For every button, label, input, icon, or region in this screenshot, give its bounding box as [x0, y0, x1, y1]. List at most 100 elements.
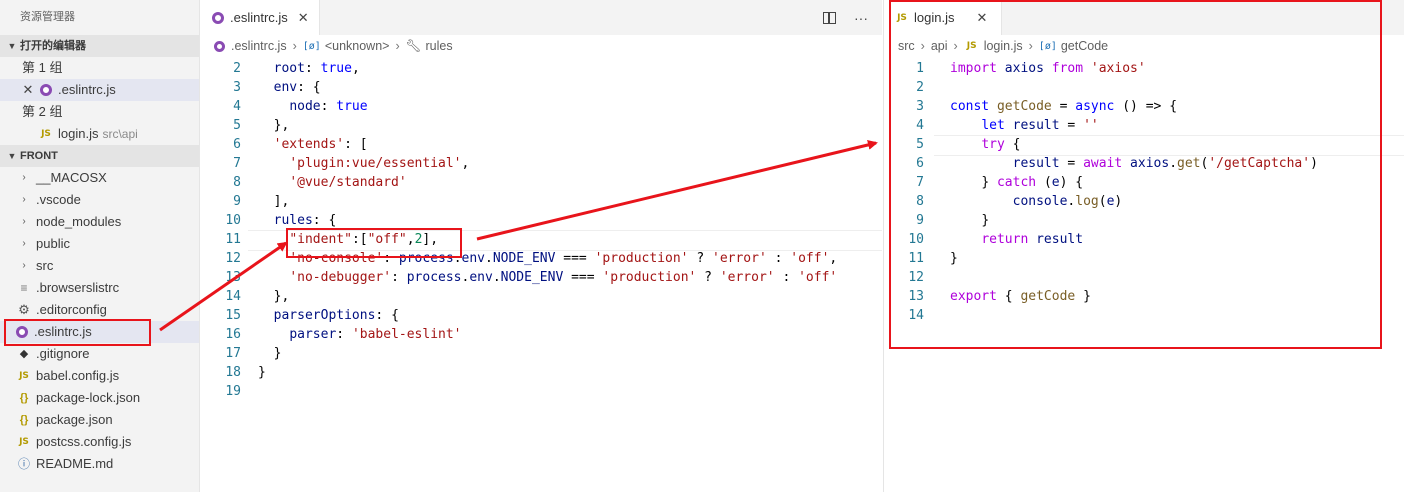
code-line: 11 "indent":["off",2], — [200, 230, 882, 251]
tree-file[interactable]: ⓘ README.md — [0, 453, 199, 475]
line-number: 6 — [916, 156, 924, 171]
line-number: 12 — [908, 270, 924, 285]
tree-folder[interactable]: › node_modules — [0, 211, 199, 233]
chevron-right-icon: › — [22, 216, 26, 227]
tree-file[interactable]: JS postcss.config.js — [0, 431, 199, 453]
code-text: result = await axios.get('/getCaptcha') — [1012, 156, 1318, 171]
folder-header-front[interactable]: ▼ FRONT — [0, 145, 199, 167]
tree-item-label: .vscode — [36, 192, 81, 207]
chevron-right-icon: › — [22, 172, 26, 183]
tree-file[interactable]: JS babel.config.js — [0, 365, 199, 387]
code-text: '@vue/standard' — [289, 175, 407, 190]
code-line: 10 rules: { — [200, 211, 882, 230]
breadcrumb: src › api › JS login.js › [ø] getCode — [884, 35, 1404, 57]
tree-folder[interactable]: › src — [0, 255, 199, 277]
tab-eslintrc[interactable]: .eslintrc.js ✕ — [200, 0, 320, 35]
open-editors-header[interactable]: ▼ 打开的编辑器 — [0, 35, 199, 57]
line-number: 3 — [916, 99, 924, 114]
git-icon: ◆ — [19, 348, 29, 360]
code-line: 12 — [884, 268, 1404, 287]
breadcrumb-getcode[interactable]: getCode — [1061, 39, 1108, 53]
code-line: 11} — [884, 249, 1404, 268]
code-text: rules: { — [273, 213, 337, 228]
breadcrumb-api[interactable]: api — [931, 39, 948, 53]
open-editors-group-1[interactable]: 第 1 组 — [0, 57, 199, 79]
tree-file[interactable]: {} package-lock.json — [0, 387, 199, 409]
code-line: 14 }, — [200, 287, 882, 306]
code-line: 16 parser: 'babel-eslint' — [200, 325, 882, 344]
code-line: 19 — [200, 382, 882, 401]
code-line: 6 'extends': [ — [200, 135, 882, 154]
tree-item-label: src — [36, 258, 54, 273]
code-text: } — [950, 251, 958, 266]
line-number: 18 — [225, 365, 241, 380]
explorer-title: 资源管理器 — [20, 11, 75, 23]
line-number: 4 — [916, 118, 924, 133]
code-editor-login[interactable]: 1 import axios from 'axios' 2 3 const getCod… — [884, 59, 1404, 325]
code-line: 12 'no-console': process.env.NODE_ENV ==… — [200, 249, 882, 268]
code-line: 13 'no-debugger': process.env.NODE_ENV =… — [200, 268, 882, 287]
tree-item-label: .gitignore — [36, 346, 90, 361]
line-number: 8 — [233, 175, 241, 190]
tab-login[interactable]: JS login.js ✕ — [884, 0, 1002, 35]
tree-folder[interactable]: › public — [0, 233, 199, 255]
breadcrumb-login[interactable]: login.js — [984, 39, 1023, 53]
line-number: 7 — [233, 156, 241, 171]
file-tree: › __MACOSX › .vscode › node_modules › public › sr… — [0, 167, 199, 475]
breadcrumb-rules[interactable]: rules — [426, 39, 453, 53]
code-text: 'extends': [ — [273, 137, 368, 152]
tree-file[interactable]: ⚙ .editorconfig — [0, 299, 199, 321]
tree-item-label: package.json — [36, 412, 113, 427]
close-icon[interactable]: ✕ — [976, 10, 987, 26]
line-number: 15 — [225, 308, 241, 323]
tree-item-label: package-lock.json — [36, 390, 141, 405]
code-text: 'no-debugger': process.env.NODE_ENV === … — [289, 270, 838, 285]
breadcrumb-src[interactable]: src — [898, 39, 915, 53]
code-text: 'no-console': process.env.NODE_ENV === '… — [289, 251, 838, 266]
line-number: 11 — [225, 232, 241, 247]
code-editor-eslintrc[interactable]: 2 root: true, 3 env: {4 node: true 5 }, 6 '… — [200, 59, 882, 401]
tree-item-label: public — [36, 236, 70, 251]
more-actions-icon[interactable]: ··· — [854, 10, 868, 26]
tree-folder[interactable]: › .vscode — [0, 189, 199, 211]
tree-file[interactable]: .eslintrc.js — [0, 321, 199, 343]
tree-file[interactable]: {} package.json — [0, 409, 199, 431]
breadcrumb-file[interactable]: .eslintrc.js — [231, 39, 287, 53]
chevron-right-icon: › — [953, 39, 958, 53]
close-icon[interactable]: ✕ — [20, 79, 36, 101]
open-editors-label: 打开的编辑器 — [20, 40, 86, 52]
line-number: 14 — [225, 289, 241, 304]
line-number: 13 — [225, 270, 241, 285]
tree-folder[interactable]: › __MACOSX — [0, 167, 199, 189]
code-line: 18} — [200, 363, 882, 382]
tree-item-label: postcss.config.js — [36, 434, 132, 449]
line-number: 10 — [908, 232, 924, 247]
group-2-label: 第 2 组 — [22, 104, 63, 119]
line-number: 4 — [233, 99, 241, 114]
split-editor-icon[interactable] — [823, 11, 836, 24]
module-icon: [ø] — [302, 40, 321, 52]
line-number: 6 — [233, 137, 241, 152]
json-file-icon: {} — [19, 414, 29, 426]
chevron-right-icon: › — [22, 194, 26, 205]
editor-group-1: .eslintrc.js ✕ ··· .eslintrc.js › [ø] <u… — [199, 0, 882, 492]
tree-file[interactable]: ≡ .browserslistrc — [0, 277, 199, 299]
code-line: 5 try { — [884, 135, 1404, 156]
code-line: 15 parserOptions: { — [200, 306, 882, 325]
tab-bar: .eslintrc.js ✕ ··· — [200, 0, 882, 35]
eslint-file-icon — [212, 11, 224, 24]
open-editor-eslintrc[interactable]: ✕ .eslintrc.js — [0, 79, 199, 101]
code-text: 'plugin:vue/essential', — [289, 156, 470, 171]
code-text: } — [258, 365, 266, 380]
open-editor-login-label: login.js — [58, 126, 99, 141]
code-line: 13 export { getCode } — [884, 287, 1404, 306]
open-editor-login-path: src\api — [102, 127, 138, 141]
tree-file[interactable]: ◆ .gitignore — [0, 343, 199, 365]
close-icon[interactable]: ✕ — [298, 10, 309, 26]
line-number: 2 — [916, 80, 924, 95]
open-editor-login[interactable]: JS login.js src\api — [0, 123, 199, 145]
open-editors-group-2[interactable]: 第 2 组 — [0, 101, 199, 123]
js-file-icon: JS — [41, 129, 51, 139]
text-file-icon: ≡ — [20, 281, 28, 295]
breadcrumb-unknown[interactable]: <unknown> — [325, 39, 390, 53]
